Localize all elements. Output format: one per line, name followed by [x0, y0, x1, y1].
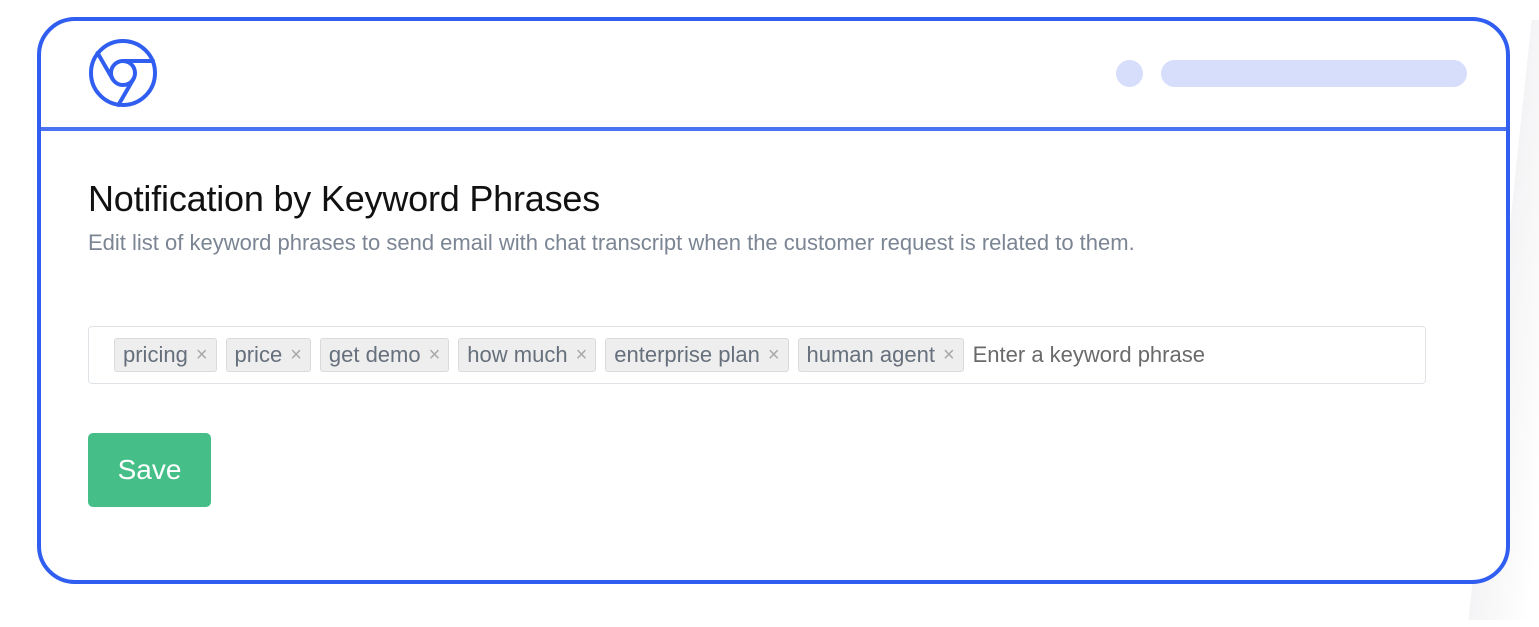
keyword-tag: get demo ×	[319, 338, 450, 372]
keyword-tag-label: enterprise plan	[614, 342, 760, 367]
keyword-phrase-input[interactable]	[972, 338, 1425, 372]
keyword-tag-label: price	[234, 342, 283, 367]
remove-tag-icon[interactable]: ×	[576, 344, 588, 367]
browser-toolbar	[41, 21, 1506, 131]
page-subtitle: Edit list of keyword phrases to send ema…	[88, 230, 1135, 255]
remove-tag-icon[interactable]: ×	[290, 344, 302, 367]
keyword-tag-label: how much	[467, 342, 568, 367]
page-title: Notification by Keyword Phrases	[88, 178, 601, 219]
keyword-tag: price ×	[225, 338, 311, 372]
keyword-tag-label: get demo	[328, 342, 421, 367]
address-bar-placeholder[interactable]	[1161, 60, 1467, 87]
browser-window: Notification by Keyword Phrases Edit lis…	[37, 17, 1510, 584]
keyword-tag: pricing ×	[114, 338, 217, 372]
chrome-browser-icon	[87, 37, 159, 109]
keyword-tag-label: pricing	[123, 342, 188, 367]
remove-tag-icon[interactable]: ×	[943, 344, 955, 367]
keyword-tag: how much ×	[458, 338, 597, 372]
keyword-tags-input[interactable]: pricing × price × get demo × how much × …	[88, 326, 1426, 384]
remove-tag-icon[interactable]: ×	[429, 344, 441, 367]
keyword-tag-label: human agent	[806, 342, 935, 367]
remove-tag-icon[interactable]: ×	[196, 344, 208, 367]
save-button[interactable]: Save	[88, 433, 211, 507]
settings-panel: Notification by Keyword Phrases Edit lis…	[88, 171, 1506, 507]
remove-tag-icon[interactable]: ×	[768, 344, 780, 367]
keyword-tag: enterprise plan ×	[605, 338, 789, 372]
keyword-tag: human agent ×	[797, 338, 964, 372]
toolbar-placeholder-dot	[1116, 60, 1143, 87]
